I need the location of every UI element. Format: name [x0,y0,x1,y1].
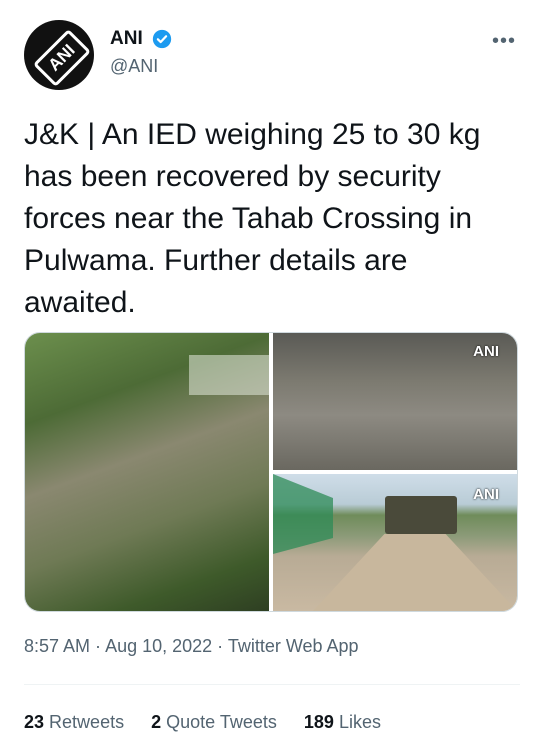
watermark-label: ANI [473,343,499,360]
author-info: ANI @ANI [110,28,173,77]
tweet-meta: 8:57 AM · Aug 10, 2022 · Twitter Web App [24,636,359,657]
road-shape [313,534,517,611]
photo-vegetation[interactable] [25,333,269,611]
divider [24,684,520,685]
tweet-date[interactable]: Aug 10, 2022 [105,636,212,656]
quote-tweets-stat[interactable]: 2 Quote Tweets [151,712,277,733]
avatar[interactable]: ANI [24,20,94,90]
retweets-stat[interactable]: 23 Retweets [24,712,124,733]
likes-count: 189 [303,712,334,732]
quotes-count: 2 [151,712,162,732]
verified-badge-icon [153,29,172,49]
meta-separator: · [212,636,228,656]
tweet-text: J&K | An IED weighing 25 to 30 kg has be… [24,118,481,319]
tweet-header: ANI ANI @ANI ••• [24,20,520,90]
ani-logo: ANI [33,29,91,87]
media-grid: ANI ANI [24,332,518,612]
tweet-stats: 23 Retweets 2 Quote Tweets 189 Likes [24,712,403,733]
quotes-label: Quote Tweets [166,712,277,732]
truck-shape [385,496,457,534]
tweet-source[interactable]: Twitter Web App [228,636,359,656]
retweets-label: Retweets [49,712,125,732]
photo-road-forces[interactable]: ANI [273,474,517,611]
handle[interactable]: @ANI [110,56,173,77]
more-options-icon[interactable]: ••• [492,30,516,53]
retweets-count: 23 [24,712,45,732]
display-name[interactable]: ANI [110,28,143,50]
photo-ied-ground[interactable]: ANI [273,333,517,470]
watermark-label: ANI [473,486,499,503]
green-net-shape [273,474,333,554]
likes-label: Likes [338,712,381,732]
meta-separator: · [90,636,106,656]
photo-highlight [189,355,269,395]
tweet-time[interactable]: 8:57 AM [24,636,90,656]
likes-stat[interactable]: 189 Likes [304,712,381,733]
